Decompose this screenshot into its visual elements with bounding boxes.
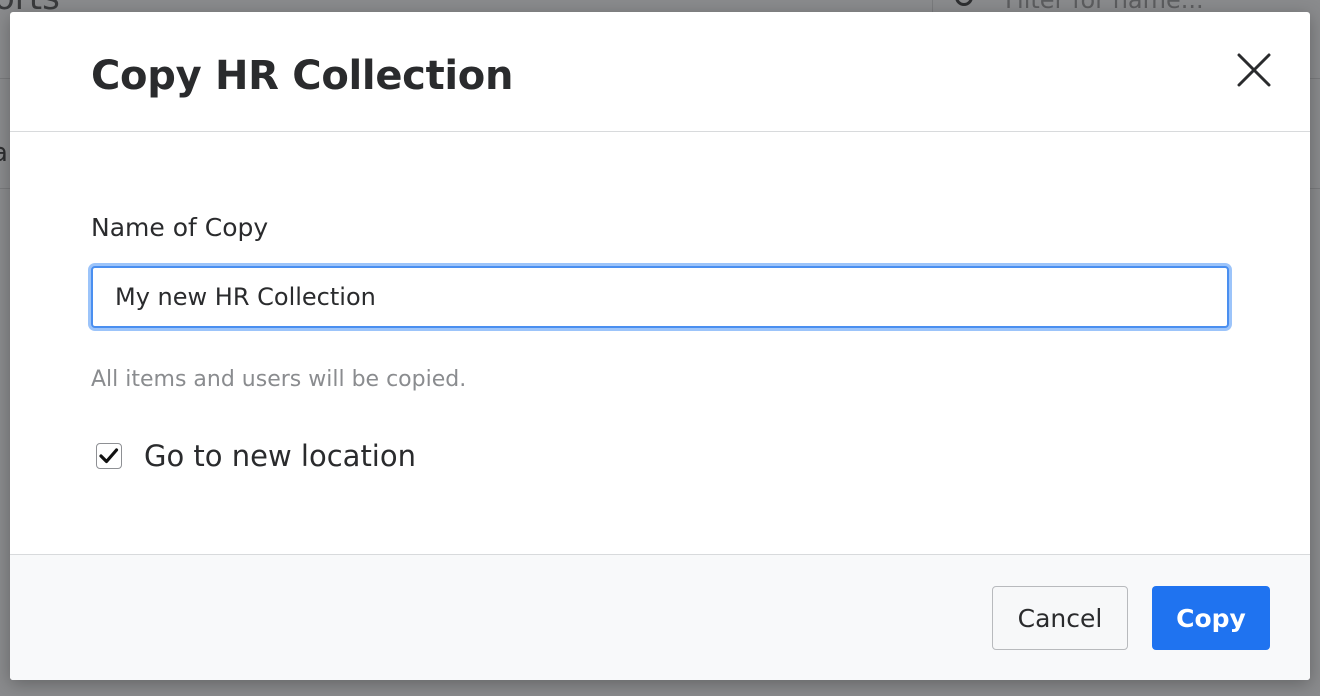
name-of-copy-input[interactable] — [91, 266, 1229, 328]
dialog-header: Copy HR Collection — [10, 12, 1310, 132]
dialog-title: Copy HR Collection — [91, 53, 514, 99]
copy-collection-dialog: Copy HR Collection Name of Copy All item… — [10, 12, 1310, 680]
background-row-text: a — [0, 138, 8, 168]
go-to-new-location-label: Go to new location — [144, 439, 416, 473]
close-button[interactable] — [1232, 48, 1276, 92]
copy-button[interactable]: Copy — [1152, 586, 1270, 650]
go-to-new-location-checkbox[interactable] — [96, 443, 122, 469]
cancel-button[interactable]: Cancel — [992, 586, 1128, 650]
helper-text: All items and users will be copied. — [91, 367, 467, 392]
close-icon — [1237, 53, 1271, 87]
go-to-new-location-checkbox-row[interactable]: Go to new location — [96, 434, 416, 478]
search-icon — [955, 0, 973, 6]
dialog-body: Name of Copy All items and users will be… — [10, 132, 1310, 554]
checkmark-icon — [98, 447, 118, 463]
dialog-footer: Cancel Copy — [10, 554, 1310, 680]
name-of-copy-label: Name of Copy — [91, 213, 269, 242]
